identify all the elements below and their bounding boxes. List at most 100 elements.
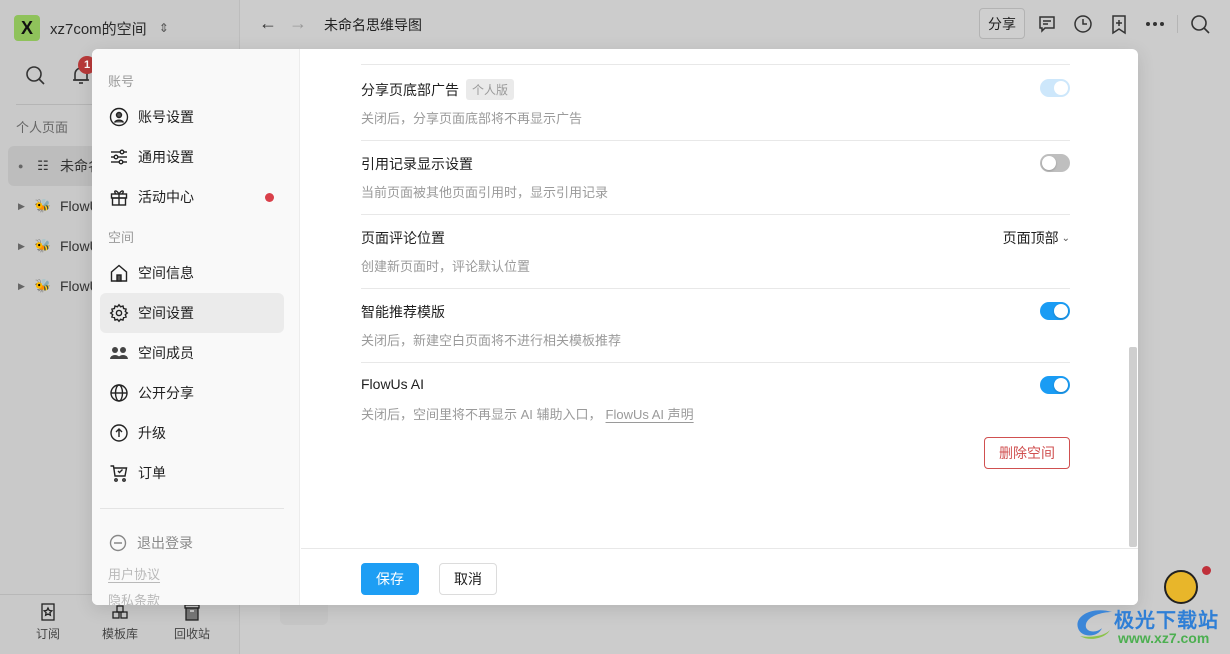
setting-smart-template: 智能推荐模版 关闭后，新建空白页面将不进行相关模板推荐: [361, 288, 1070, 362]
cancel-button[interactable]: 取消: [439, 563, 497, 595]
smiley-mascot-icon: [1164, 570, 1198, 604]
privacy-link[interactable]: 隐私条款: [108, 590, 160, 605]
user-circle-icon: [109, 107, 129, 127]
search-icon[interactable]: [24, 64, 46, 86]
bee-icon: 🐝: [34, 198, 52, 213]
expand-arrow-icon[interactable]: ▶: [18, 201, 32, 212]
setting-title: 引用记录显示设置: [361, 156, 473, 172]
nav-item-general-settings[interactable]: 通用设置: [100, 137, 284, 177]
swirl-logo-icon: [1077, 610, 1112, 639]
user-agreement-link[interactable]: 用户协议: [108, 564, 160, 583]
nav-item-account-settings[interactable]: 账号设置: [100, 97, 284, 137]
nav-label: 空间设置: [138, 305, 194, 321]
nav-label: 订单: [138, 465, 166, 481]
globe-icon: [110, 384, 128, 402]
settings-content: 分享页底部广告 个人版 关闭后，分享页面底部将不再显示广告 引用记录显示设置 当…: [301, 49, 1138, 549]
document-title: 未命名思维导图: [324, 17, 422, 33]
flowus-ai-toggle[interactable]: [1040, 376, 1070, 394]
setting-description: 创建新页面时，评论默认位置: [361, 259, 531, 274]
unread-dot: [265, 193, 274, 202]
plan-tag: 个人版: [466, 79, 515, 100]
setting-description-text: 关闭后，空间里将不再显示 AI 辅助入口，: [361, 407, 602, 422]
workspace-switcher[interactable]: X xz7com的空间 ⇕: [14, 15, 169, 41]
nav-item-activity-center[interactable]: 活动中心: [100, 177, 284, 217]
more-icon[interactable]: [1144, 13, 1166, 35]
nav-label: 公开分享: [138, 385, 194, 401]
setting-flowus-ai: FlowUs AI 关闭后，空间里将不再显示 AI 辅助入口， FlowUs AI…: [361, 362, 1070, 436]
nav-item-orders[interactable]: 订单: [100, 453, 284, 493]
share-button[interactable]: 分享: [979, 8, 1025, 39]
setting-share-ad: 分享页底部广告 个人版 关闭后，分享页面底部将不再显示广告: [361, 64, 1070, 138]
nav-item-space-members[interactable]: 空间成员: [100, 333, 284, 373]
setting-description: 当前页面被其他页面引用时，显示引用记录: [361, 185, 609, 200]
nav-item-space-settings[interactable]: 空间设置: [100, 293, 284, 333]
comment-icon[interactable]: [1036, 13, 1058, 35]
toolbar-divider: [1177, 15, 1178, 33]
logout-button[interactable]: 退出登录: [109, 533, 193, 553]
nav-item-public-share[interactable]: 公开分享: [100, 373, 284, 413]
red-dot: [1202, 566, 1211, 575]
nav-group-space: 空间: [108, 230, 135, 245]
forward-arrow-icon[interactable]: →: [287, 12, 309, 34]
subscribe-label: 订阅: [35, 627, 60, 641]
trash-label: 回收站: [173, 627, 210, 641]
expand-arrow-icon[interactable]: ▶: [18, 241, 32, 252]
modal-footer: 保存 取消: [301, 548, 1138, 605]
divider: [361, 288, 1070, 289]
nav-label: 空间成员: [138, 345, 194, 361]
bookmark-add-icon[interactable]: [1108, 13, 1130, 35]
template-button[interactable]: 模板库: [90, 603, 150, 654]
watermark-text: 极光下载站: [1114, 610, 1219, 632]
history-icon[interactable]: [1072, 13, 1094, 35]
nav-item-upgrade[interactable]: 升级: [100, 413, 284, 453]
setting-title: 智能推荐模版: [361, 304, 445, 320]
divider: [361, 362, 1070, 363]
divider: [361, 140, 1070, 141]
nav-label: 通用设置: [138, 149, 194, 165]
search-icon[interactable]: [1189, 13, 1211, 35]
workspace-logo: X: [14, 15, 40, 41]
minus-circle-icon: [109, 534, 127, 552]
watermark: 极光下载站 www.xz7.com: [1068, 566, 1230, 654]
sliders-icon: [111, 149, 127, 165]
nav-item-space-info[interactable]: 空间信息: [100, 253, 284, 293]
reference-display-toggle[interactable]: [1040, 154, 1070, 172]
delete-space-button[interactable]: 删除空间: [984, 437, 1070, 469]
subscribe-button[interactable]: 订阅: [18, 603, 78, 654]
settings-nav: 账号 账号设置 通用设置 活动中心 空间 空间信息 空间设置 空间成员 公开分享…: [92, 49, 300, 605]
gift-icon: [110, 190, 128, 206]
setting-comment-position: 页面评论位置 创建新页面时，评论默认位置 页面顶部 ⌄: [361, 214, 1070, 288]
cart-icon: [110, 465, 128, 482]
setting-description: 关闭后，分享页面底部将不再显示广告: [361, 111, 583, 126]
template-label: 模板库: [101, 627, 138, 641]
home-icon: [110, 264, 128, 282]
save-button[interactable]: 保存: [361, 563, 419, 595]
top-bar: ← → 未命名思维导图 分享: [241, 0, 1230, 48]
divider: [361, 214, 1070, 215]
bee-icon: 🐝: [34, 278, 52, 293]
mindmap-icon: ☷: [37, 158, 49, 173]
back-arrow-icon[interactable]: ←: [257, 12, 279, 34]
flowus-ai-statement-link[interactable]: FlowUs AI 声明: [606, 407, 694, 422]
trash-button[interactable]: 回收站: [162, 603, 222, 654]
watermark-url: www.xz7.com: [1118, 630, 1210, 646]
settings-modal: 账号 账号设置 通用设置 活动中心 空间 空间信息 空间设置 空间成员 公开分享…: [92, 49, 1138, 605]
nav-label: 账号设置: [138, 109, 194, 125]
bee-icon: 🐝: [34, 238, 52, 253]
setting-title: FlowUs AI: [361, 376, 425, 392]
section-label: 个人页面: [16, 120, 69, 135]
nav-label: 活动中心: [138, 189, 194, 205]
nav-group-account: 账号: [108, 74, 135, 89]
smart-template-toggle[interactable]: [1040, 302, 1070, 320]
setting-title-text: 分享页底部广告: [361, 81, 459, 98]
gear-icon: [109, 303, 129, 323]
subscribe-icon: [41, 603, 55, 621]
nav-label: 空间信息: [138, 265, 194, 281]
nav-label: 升级: [138, 425, 166, 441]
comment-position-select[interactable]: 页面顶部 ⌄: [1003, 228, 1070, 248]
scrollbar[interactable]: [1129, 347, 1137, 547]
share-ad-toggle[interactable]: [1040, 79, 1070, 97]
divider: [361, 64, 1070, 65]
setting-title: 分享页底部广告 个人版: [361, 79, 515, 100]
expand-arrow-icon[interactable]: ▶: [18, 281, 32, 292]
